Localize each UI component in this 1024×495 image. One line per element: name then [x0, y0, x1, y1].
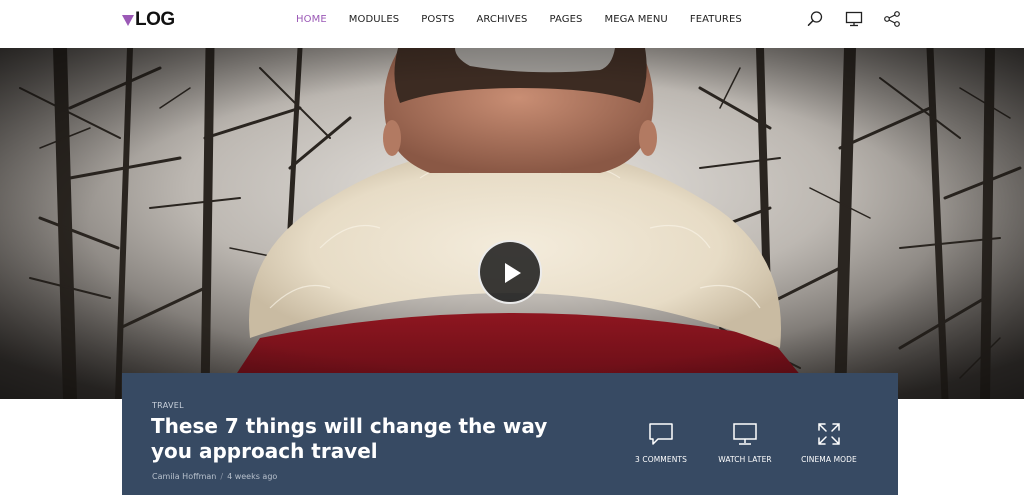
cinema-mode-button[interactable]: CINEMA MODE: [789, 421, 869, 464]
site-header: LOG HOME MODULES POSTS ARCHIVES PAGES ME…: [0, 0, 1024, 48]
nav-item-mega-menu[interactable]: MEGA MENU: [604, 14, 667, 26]
cinema-mode-label: CINEMA MODE: [801, 455, 857, 464]
logo-triangle-icon: [122, 14, 134, 26]
monitor-icon[interactable]: [845, 10, 863, 28]
post-title[interactable]: These 7 things will change the way you a…: [151, 414, 591, 464]
post-date: 4 weeks ago: [227, 472, 278, 481]
nav-item-modules[interactable]: MODULES: [349, 14, 399, 26]
comments-label: 3 COMMENTS: [635, 455, 687, 464]
monitor-icon: [733, 423, 757, 445]
play-icon: [505, 263, 521, 283]
post-category[interactable]: TRAVEL: [152, 401, 184, 410]
nav-item-home[interactable]: HOME: [296, 14, 327, 26]
main-nav: HOME MODULES POSTS ARCHIVES PAGES MEGA M…: [296, 14, 764, 26]
nav-item-features[interactable]: FEATURES: [690, 14, 742, 26]
hero-video[interactable]: [0, 48, 1024, 399]
logo-text: LOG: [135, 9, 175, 30]
comments-button[interactable]: 3 COMMENTS: [621, 421, 701, 464]
nav-item-posts[interactable]: POSTS: [421, 14, 454, 26]
share-icon[interactable]: [883, 10, 901, 28]
comment-icon: [649, 423, 673, 445]
expand-icon: [818, 423, 840, 445]
hero-image: [0, 48, 1024, 399]
meta-separator: /: [220, 472, 224, 481]
site-logo[interactable]: LOG: [122, 10, 175, 30]
search-icon[interactable]: [806, 10, 824, 28]
post-author[interactable]: Camila Hoffman: [152, 472, 216, 481]
watch-later-label: WATCH LATER: [718, 455, 772, 464]
post-meta: Camila Hoffman /4 weeks ago: [152, 472, 277, 481]
watch-later-button[interactable]: WATCH LATER: [705, 421, 785, 464]
nav-item-pages[interactable]: PAGES: [550, 14, 583, 26]
post-info-panel: TRAVEL These 7 things will change the wa…: [122, 373, 898, 495]
nav-item-archives[interactable]: ARCHIVES: [476, 14, 527, 26]
play-button[interactable]: [478, 240, 542, 304]
